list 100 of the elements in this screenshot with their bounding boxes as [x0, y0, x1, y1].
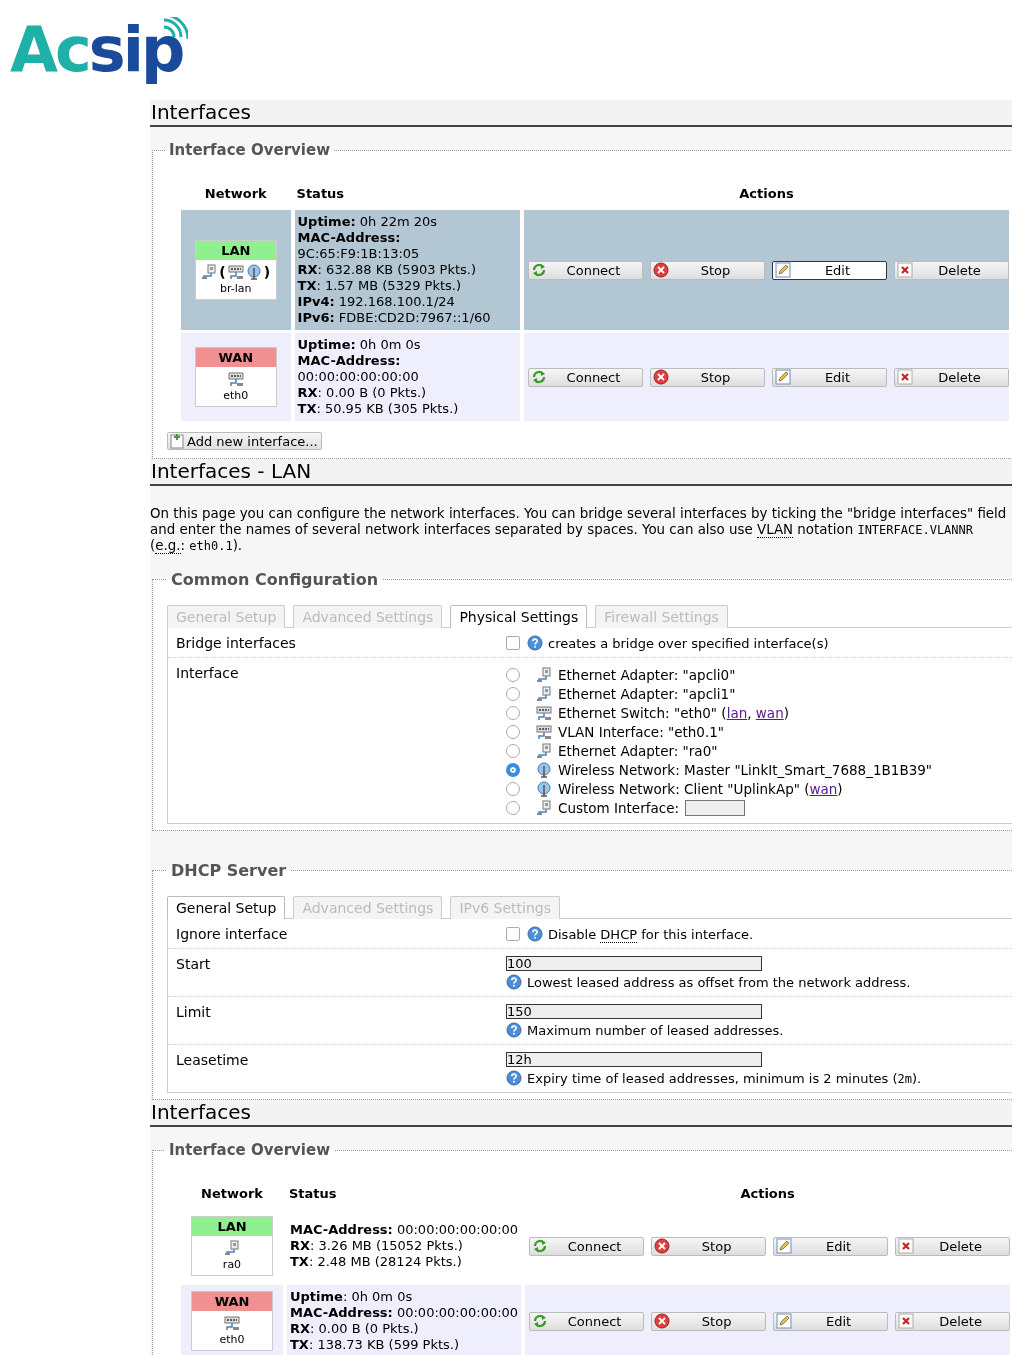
status-line: TX: 50.95 KB (305 Pkts.)	[297, 401, 460, 417]
field-label: Interface	[176, 665, 239, 681]
delete-button[interactable]: Delete	[895, 1311, 1011, 1331]
delete-button[interactable]: Delete	[894, 260, 1009, 280]
stop-button[interactable]: Stop	[650, 260, 765, 280]
network-name: WAN	[195, 348, 276, 367]
input-field[interactable]: 100	[506, 956, 762, 971]
input-field[interactable]: 12h	[506, 1052, 762, 1067]
fieldset-legend: DHCP Server	[167, 861, 291, 880]
input-field[interactable]: 150	[506, 1004, 762, 1019]
network-link[interactable]: wan	[809, 780, 838, 797]
help-text: Lowest leased address as offset from the network address.	[527, 974, 911, 990]
delete-button[interactable]: Delete	[895, 1236, 1011, 1256]
delete-icon	[898, 1313, 915, 1329]
edit-button[interactable]: Edit	[773, 1236, 889, 1256]
connect-button[interactable]: Connect	[529, 1236, 645, 1256]
fieldset-legend: Interface Overview	[165, 141, 334, 159]
column-header: Network	[204, 186, 267, 201]
connect-button[interactable]: Connect	[528, 367, 643, 387]
stop-icon	[654, 1313, 671, 1329]
radio-button[interactable]	[506, 686, 520, 701]
device-name: eth0	[219, 1333, 245, 1346]
radio-button[interactable]	[506, 724, 520, 739]
column-header: Actions	[740, 1186, 795, 1201]
field-label: Start	[176, 956, 211, 972]
status-line: MAC-Address: 00:00:00:00:00:00	[290, 1305, 519, 1321]
stop-button[interactable]: Stop	[651, 1236, 767, 1256]
delete-icon	[897, 262, 913, 278]
fieldset-legend: Common Configuration	[167, 570, 383, 589]
help-text: Maximum number of leased addresses.	[527, 1022, 784, 1038]
network-name: LAN	[195, 241, 276, 260]
wireless-icon	[536, 780, 552, 797]
radio-button[interactable]	[506, 762, 520, 777]
column-header: Status	[296, 186, 345, 201]
help-text: creates a bridge over specified interface(s)	[548, 635, 829, 651]
column-header: Network	[201, 1186, 263, 1201]
network-switch-icon	[227, 371, 244, 387]
status-line: MAC-Address: 00:00:00:00:00:00	[290, 1222, 519, 1238]
refresh-icon	[531, 262, 547, 278]
status-line: 00:00:00:00:00:00	[297, 369, 420, 385]
help-icon	[527, 926, 543, 942]
checkbox[interactable]	[506, 927, 520, 941]
edit-button[interactable]: Edit	[773, 1311, 889, 1331]
add-interface-button[interactable]: Add new interface...	[167, 432, 322, 450]
network-name: LAN	[192, 1217, 272, 1236]
tab[interactable]: General Setup	[167, 896, 286, 919]
radio-button[interactable]	[506, 781, 520, 796]
status-line: Uptime: 0h 22m 20s	[297, 214, 439, 230]
logo: Acsip	[10, 15, 189, 85]
stop-icon	[653, 262, 669, 278]
network-adapter-icon	[536, 742, 552, 759]
device-name: eth0	[223, 389, 249, 402]
delete-icon	[897, 369, 913, 385]
status-line: 9C:65:F9:1B:13:05	[297, 246, 421, 262]
field-label: Bridge interfaces	[176, 635, 296, 651]
network-link[interactable]: lan	[726, 704, 748, 721]
help-icon	[506, 1022, 522, 1038]
stop-icon	[653, 369, 669, 385]
stop-icon	[654, 1238, 671, 1254]
stop-button[interactable]: Stop	[651, 1311, 767, 1331]
bracket-text: (	[219, 264, 226, 280]
tab[interactable]: Physical Settings	[450, 605, 588, 628]
add-icon	[169, 433, 185, 449]
device-name: br-lan	[220, 282, 252, 295]
network-adapter-icon	[536, 666, 552, 683]
network-adapter-icon	[536, 685, 552, 702]
option-label: Ethernet Adapter: "ra0"	[558, 742, 718, 759]
status-line: TX: 1.57 MB (5329 Pkts.)	[297, 278, 463, 294]
status-line: RX: 0.00 B (0 Pkts.)	[290, 1321, 420, 1337]
connect-button[interactable]: Connect	[528, 260, 643, 280]
input-field[interactable]	[685, 799, 745, 816]
connect-button[interactable]: Connect	[529, 1311, 645, 1331]
delete-button[interactable]: Delete	[894, 367, 1009, 387]
option-label: Wireless Network: Master "LinkIt_Smart_7688_1B1B39"	[558, 761, 933, 778]
radio-button[interactable]	[506, 705, 520, 720]
pencil-icon	[776, 1238, 793, 1254]
network-switch-icon	[224, 1315, 240, 1331]
help-icon	[527, 635, 543, 651]
column-header: Actions	[739, 186, 794, 201]
edit-button[interactable]: Edit	[772, 367, 887, 387]
field-label: Leasetime	[176, 1052, 249, 1068]
radio-button[interactable]	[506, 667, 520, 682]
status-line: MAC-Address:	[297, 230, 402, 246]
fieldset-legend: Interface Overview	[165, 1141, 334, 1159]
status-line: Uptime: 0h 0m 0s	[297, 337, 422, 353]
checkbox[interactable]	[506, 636, 520, 650]
stop-button[interactable]: Stop	[650, 367, 765, 387]
pencil-icon	[775, 369, 791, 385]
refresh-icon	[531, 369, 547, 385]
option-label: Ethernet Adapter: "apcli1"	[558, 685, 736, 702]
edit-button[interactable]: Edit	[772, 260, 887, 280]
network-adapter-icon	[224, 1240, 240, 1256]
help-icon	[506, 1070, 522, 1086]
refresh-icon	[532, 1313, 549, 1329]
network-adapter-icon	[201, 264, 218, 280]
field-label: Limit	[176, 1004, 211, 1020]
option-label: Ethernet Adapter: "apcli0"	[558, 666, 736, 683]
radio-button[interactable]	[506, 800, 520, 815]
network-link[interactable]: wan	[755, 704, 784, 721]
radio-button[interactable]	[506, 743, 520, 758]
